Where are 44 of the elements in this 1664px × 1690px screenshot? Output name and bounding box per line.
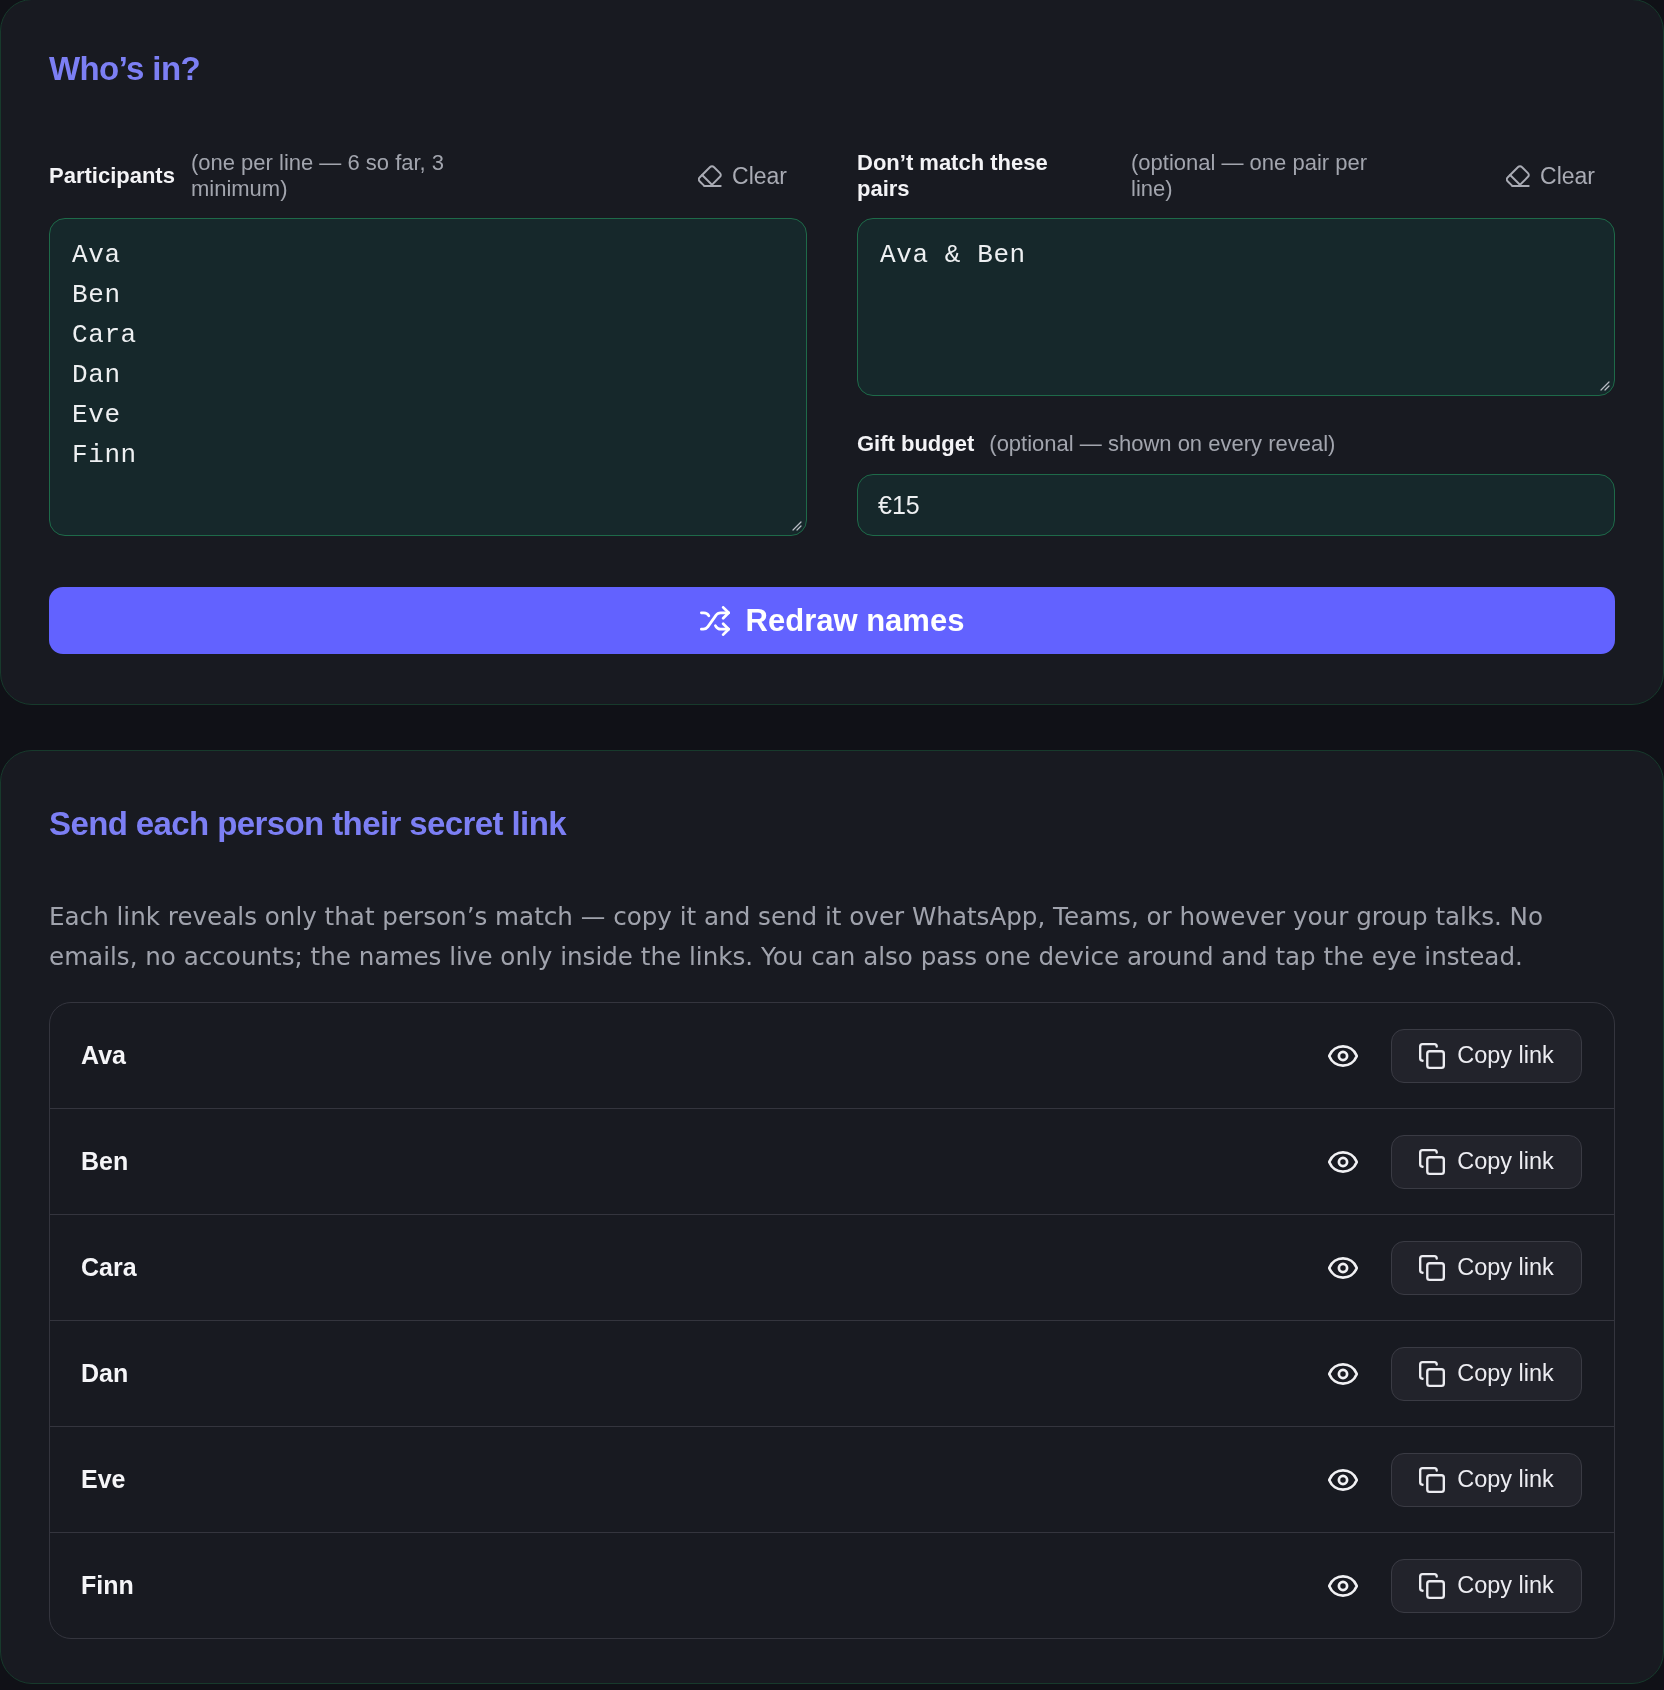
copy-icon bbox=[1419, 1254, 1446, 1281]
copy-icon bbox=[1419, 1148, 1446, 1175]
copy-link-button[interactable]: Copy link bbox=[1391, 1452, 1582, 1507]
person-name: Finn bbox=[81, 1571, 135, 1600]
copy-link-button[interactable]: Copy link bbox=[1391, 1558, 1582, 1613]
resize-handle-icon[interactable] bbox=[792, 521, 802, 531]
eye-icon[interactable] bbox=[1328, 1256, 1358, 1279]
section-title: Send each person their secret link bbox=[49, 805, 568, 843]
copy-icon bbox=[1419, 1360, 1446, 1387]
copy-link-button[interactable]: Copy link bbox=[1391, 1346, 1582, 1401]
copy-icon bbox=[1419, 1042, 1446, 1069]
person-name: Eve bbox=[81, 1465, 127, 1494]
clear-button[interactable]: Clear bbox=[698, 162, 807, 190]
person-name: Ben bbox=[81, 1147, 130, 1176]
copy-icon bbox=[1419, 1572, 1446, 1599]
budget-input[interactable]: €15 bbox=[857, 474, 1615, 536]
copy-link-button[interactable]: Copy link bbox=[1391, 1240, 1582, 1295]
field-hint: (optional — shown on every reveal) bbox=[989, 431, 1336, 457]
person-name: Cara bbox=[81, 1253, 138, 1282]
participants-textarea[interactable]: Ava Ben Cara Dan Eve Finn bbox=[49, 218, 807, 536]
eye-icon[interactable] bbox=[1328, 1044, 1358, 1067]
copy-icon bbox=[1419, 1466, 1446, 1493]
field-label: Gift budget bbox=[857, 431, 975, 457]
eraser-icon bbox=[1506, 165, 1531, 187]
field-label: Participants bbox=[49, 163, 175, 189]
person-name: Dan bbox=[81, 1359, 130, 1388]
eye-icon[interactable] bbox=[1328, 1468, 1358, 1491]
eye-icon[interactable] bbox=[1328, 1362, 1358, 1385]
copy-link-button[interactable]: Copy link bbox=[1391, 1028, 1582, 1083]
field-hint: (optional — one pair per line) bbox=[1131, 150, 1369, 202]
person-name: Ava bbox=[81, 1041, 127, 1070]
resize-handle-icon[interactable] bbox=[1600, 381, 1610, 391]
exclusions-textarea[interactable]: Ava & Ben bbox=[857, 218, 1615, 396]
field-label: Don’t match these pairs bbox=[857, 150, 1049, 202]
eraser-icon bbox=[698, 165, 723, 187]
shuffle-icon bbox=[699, 605, 730, 636]
eye-icon[interactable] bbox=[1328, 1150, 1358, 1173]
redraw-button[interactable]: Redraw names bbox=[49, 587, 1615, 654]
section-title: Who’s in? bbox=[49, 50, 201, 88]
description-text: Each link reveals only that person’s match — copy it and send it over WhatsApp, Teams, or however your group talks. No emails, no accounts; the names live only inside the links. You can also pass one device around and tap the eye instead. bbox=[49, 901, 1545, 973]
eye-icon[interactable] bbox=[1328, 1574, 1358, 1597]
copy-link-button[interactable]: Copy link bbox=[1391, 1134, 1582, 1189]
clear-button[interactable]: Clear bbox=[1506, 162, 1615, 190]
field-hint: (one per line — 6 so far, 3 minimum) bbox=[190, 150, 446, 202]
